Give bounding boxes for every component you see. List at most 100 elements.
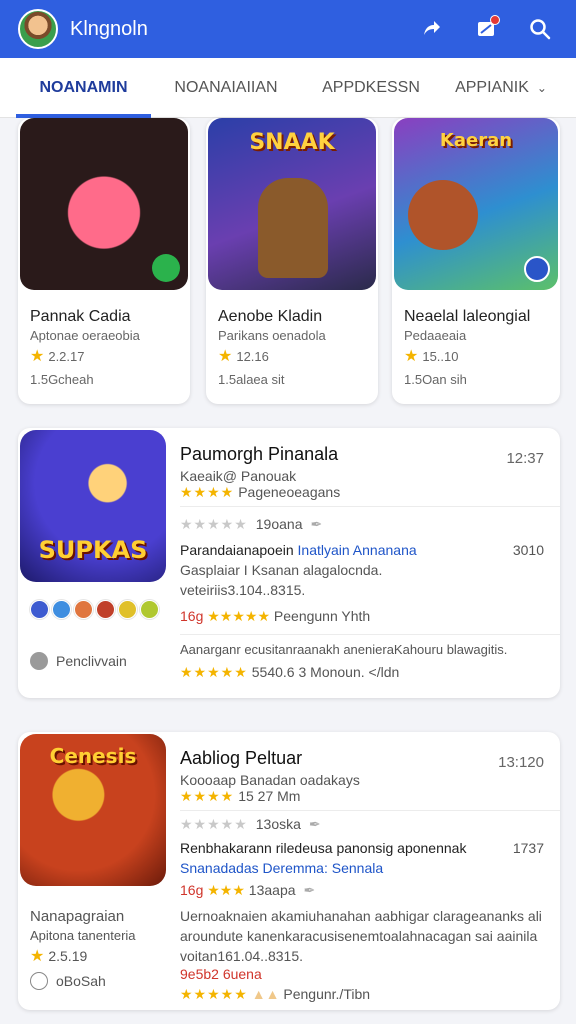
featured-card-3[interactable]: Kaeran Neaelal laleongial Pedaaeaia ★ 15.… [392,118,560,404]
divider [180,810,560,811]
star-icon: ★ [30,948,45,965]
rating-stars: ★★★★ [180,484,235,500]
game-time: 12:37 [506,450,544,467]
rank-meta: Peengunn Yhth [273,608,371,624]
status-text: Penclivvain [56,653,127,669]
search-icon[interactable] [520,9,560,49]
subtitle-meta: Pageneoeagans [238,484,341,500]
edit-icon[interactable]: ✒ [309,816,321,832]
tab-noanamin[interactable]: NOANAMIN [16,58,151,118]
tab-label: NOANAIAIIAN [174,78,278,96]
tab-label: NOANAMIN [39,78,128,96]
rank-red-value: 9e5b2 6uena [180,966,262,982]
subtitle: Koooaap Banadan oadakays [180,772,360,788]
star-icon: ★ [30,348,45,365]
game-rating: ★ 2.5.19 [30,946,87,966]
notification-badge [490,15,500,25]
chevron-down-icon[interactable]: ⌄ [537,81,547,95]
footer-meta: 5540.6 3 Monoun. </ldn [251,664,400,680]
game-developer: Pedaaeaia [404,328,467,343]
description-link-line: Snanadadas Deremma: Sennala [180,860,383,876]
game-name: Aenobe Kladin [218,308,323,325]
divider [180,634,560,635]
rank-value: 16g [180,608,204,624]
game-size: 1.5Oan sih [404,372,467,387]
game-time: 13:120 [498,754,544,771]
divider [180,506,560,507]
game-size: oBoSah [56,973,106,989]
rank-red-row: 9e5b2 6uena [180,966,262,982]
tag-icon[interactable] [140,600,159,619]
notifications-icon[interactable] [466,9,506,49]
rating-stars: ★★★★ [180,788,235,804]
star-icon: ★ [218,348,233,365]
description-text: Renbhakarann riledeusa panonsig aponenna… [180,840,467,856]
game-icon-tile [20,118,188,290]
review-count: 13oska [255,816,301,832]
game-rating: ★ 12.16 [218,346,269,366]
character-figure [258,178,328,278]
character-figure [408,180,478,250]
review-row: ★★★★★ 13oska ✒ [180,816,321,833]
rank-value: 16g [180,882,204,898]
rank-row: 16g ★★★★★ Peengunn Yhth [180,608,370,625]
review-count: 19oana [255,516,303,532]
edit-icon[interactable]: ✒ [310,516,322,532]
game-developer: Apitona tanenteria [30,928,136,943]
game-size-row: oBoSah [30,972,106,990]
game-developer: Aptonae oeraeobia [30,328,140,343]
tag-icon[interactable] [96,600,115,619]
game-rating: ★ 2.2.17 [30,346,85,366]
badge-icon [152,254,180,282]
game-size: 1.5alaea sit [218,372,285,387]
tag-icon[interactable] [118,600,137,619]
description-link[interactable]: Inatlyain Annanana [298,542,417,558]
game-icon-tile: Cenesis [20,734,166,886]
tag-icon[interactable] [74,600,93,619]
footer-meta: Pengunr./Tibn [283,986,371,1002]
tile-logo-text: SNAAK [249,130,335,155]
body-line-3: voitan161.04..8315. [180,948,303,964]
description-text: Parandaianapoein [180,542,294,558]
game-name: Neaelal laleongial [404,308,531,325]
subtitle-rating: ★★★★ 15 27 Mm [180,788,300,805]
game-name: Nanapagraian [30,908,125,925]
share-icon[interactable] [412,9,452,49]
rating-value: 15..10 [422,349,459,364]
tab-appdkessn[interactable]: APPDKESSN [301,58,441,118]
description-line: Renbhakarann riledeusa panonsig aponenna… [180,840,466,856]
avatar[interactable] [18,9,58,49]
status-circle-icon [30,972,48,990]
list-item[interactable]: Cenesis Aabliog Peltuar 13:120 Koooaap B… [18,732,560,1010]
game-developer: Parikans oenadola [218,328,326,343]
tag-icon[interactable] [52,600,71,619]
tab-bar: NOANAMIN NOANAIAIIAN APPDKESSN APPIANIK ⌄ [0,58,576,118]
footer-meta-row: ★★★★★ ▲▲ Pengunr./Tibn [180,986,370,1003]
edit-icon[interactable]: ✒ [304,882,316,898]
footer-meta-row: ★★★★★ 5540.6 3 Monoun. </ldn [180,664,399,681]
rating-stars: ★★★★★ [180,664,248,680]
footer-text: Aanarganr ecusitanraanakh anenieraKahour… [180,642,508,657]
game-size: 1.5Gcheah [30,372,94,387]
tab-appianik[interactable]: APPIANIK ⌄ [441,58,561,118]
status-check-icon [30,652,48,670]
list-item[interactable]: SUPKAS Paumorgh Pinanala 12:37 Kaeaik@ P… [18,428,560,698]
game-title: Aabliog Peltuar [180,748,303,768]
tag-icon[interactable] [30,600,49,619]
description-link[interactable]: Snanadadas Deremma: Sennala [180,860,383,876]
app-bar: Klngnoln [0,0,576,58]
description-line: Parandaianapoein Inatlyain Annanana [180,542,417,558]
tile-logo-text: SUPKAS [38,536,148,564]
game-rating: ★ 15..10 [404,346,459,366]
rank-row: 16g ★★★ 13aapa ✒ [180,882,315,899]
featured-card-2[interactable]: SNAAK Aenobe Kladin Parikans oenadola ★ 1… [206,118,378,404]
featured-card-1[interactable]: Pannak Cadia Aptonae oeraeobia ★ 2.2.17 1… [18,118,190,404]
description-number: 1737 [512,840,544,856]
tab-noanaiaiian[interactable]: NOANAIAIIAN [151,58,301,118]
description-line-3: veteiriis3.104..8315. [180,582,306,598]
app-title: Klngnoln [70,17,148,40]
tile-logo-text: Kaeran [439,130,513,151]
game-icon-tile: SNAAK [208,118,376,290]
rating-value: 12.16 [236,349,269,364]
rating-value: 2.2.17 [48,349,85,364]
